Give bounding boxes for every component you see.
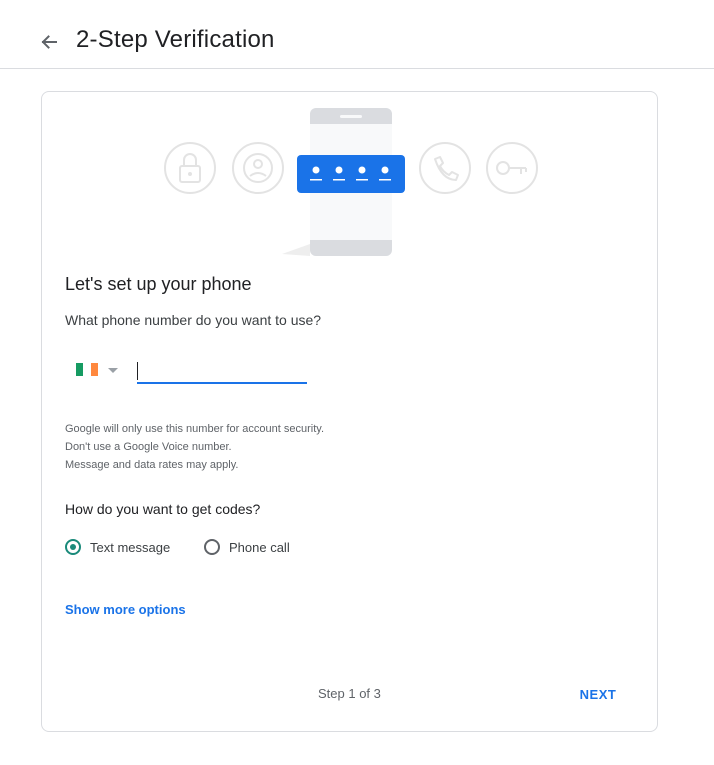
text-message-option[interactable]: Text message: [65, 537, 170, 557]
phone-call-option[interactable]: Phone call: [204, 537, 290, 557]
text-message-label: Text message: [90, 539, 171, 555]
setup-title: Let's set up your phone: [65, 274, 252, 294]
codes-question: How do you want to get codes?: [65, 501, 261, 517]
ireland-flag-icon: [76, 363, 98, 376]
page-header: 2-Step Verification: [0, 0, 714, 69]
setup-card: Let's set up your phone What phone numbe…: [41, 91, 658, 732]
verification-code-card: [297, 155, 405, 193]
back-button[interactable]: [36, 28, 64, 56]
country-code-select[interactable]: [74, 360, 124, 382]
phone-number-question: What phone number do you want to use?: [65, 312, 322, 328]
phone-call-label: Phone call: [229, 539, 290, 555]
radio-unchecked-icon[interactable]: [204, 539, 220, 555]
phone-info-text: Google will only use this number for acc…: [65, 420, 324, 474]
info-line: Don't use a Google Voice number.: [65, 441, 232, 453]
page-title: 2-Step Verification: [76, 26, 275, 53]
show-more-options-link[interactable]: Show more options: [65, 602, 186, 617]
illustration: [164, 108, 538, 256]
arrow-back-icon: [41, 35, 57, 49]
key-icon: [486, 142, 538, 194]
info-line: Message and data rates may apply.: [65, 459, 239, 471]
step-indicator: Step 1 of 3: [318, 686, 381, 701]
dropdown-arrow-icon: [108, 368, 118, 373]
account-icon: [232, 142, 284, 194]
info-line: Google will only use this number for acc…: [65, 423, 325, 435]
next-button[interactable]: NEXT: [566, 679, 630, 709]
radio-checked-icon[interactable]: [65, 539, 81, 555]
phone-number-input[interactable]: [137, 360, 307, 384]
text-caret: [137, 362, 138, 380]
phone-icon: [419, 142, 471, 194]
lock-icon: [164, 142, 216, 194]
